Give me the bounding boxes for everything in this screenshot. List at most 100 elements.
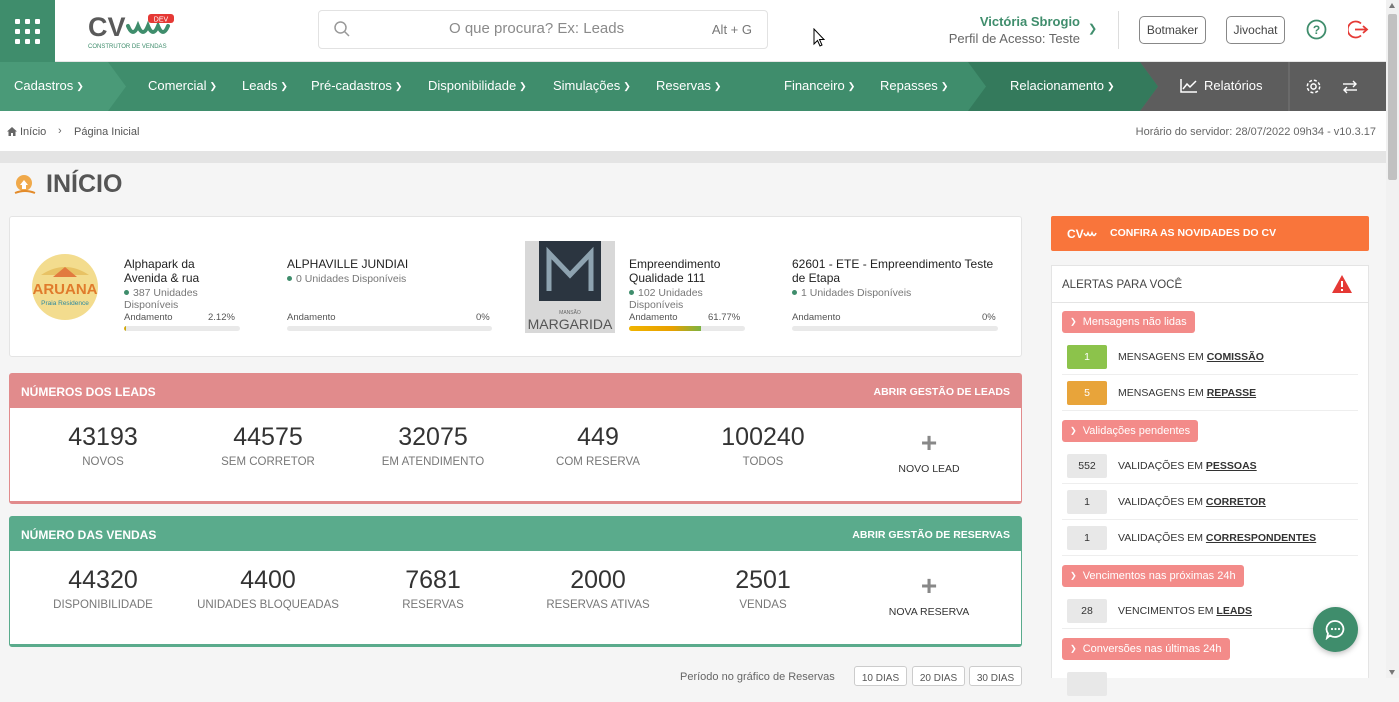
sales-panel-header: NÚMERO DAS VENDAS ABRIR GESTÃO DE RESERV… xyxy=(10,517,1021,551)
scroll-down-icon[interactable] xyxy=(1389,670,1395,675)
sales-panel-title: NÚMERO DAS VENDAS xyxy=(21,528,157,542)
aruana-logo[interactable]: ARUANA Praia Residence xyxy=(31,253,99,321)
svg-text:MARGARIDA: MARGARIDA xyxy=(528,316,613,332)
search-shortcut: Alt + G xyxy=(711,22,752,37)
tag-mensagens-nao-lidas[interactable]: ❯ Mensagens não lidas xyxy=(1062,311,1195,333)
nav-disponibilidade[interactable]: Disponibilidade ❯ xyxy=(428,78,527,93)
alert-row[interactable]: 1 VALIDAÇÕES EM CORRETOR xyxy=(1062,484,1358,520)
nav-cadastros[interactable]: Cadastros ❯ xyxy=(14,78,84,93)
status-dot-icon xyxy=(287,276,292,281)
scroll-up-icon[interactable] xyxy=(1389,3,1395,8)
stat-reservas-ativas[interactable]: 2000 RESERVAS ATIVAS xyxy=(523,566,673,611)
period-20-days-button[interactable]: 20 DIAS xyxy=(912,666,965,686)
alerts-title: ALERTAS PARA VOCÊ xyxy=(1062,279,1183,291)
help-icon[interactable]: ? xyxy=(1306,19,1327,40)
empreendimento-item[interactable]: 62601 - ETE - Empreendimento Teste de Et… xyxy=(792,257,1022,331)
nav-comercial[interactable]: Comercial ❯ xyxy=(148,78,217,93)
nav-financeiro[interactable]: Financeiro ❯ xyxy=(784,78,855,93)
alert-row[interactable]: 1 MENSAGENS EM COMISSÃO xyxy=(1062,339,1358,375)
search-input[interactable] xyxy=(449,20,669,37)
alert-row[interactable]: 5 MENSAGENS EM REPASSE xyxy=(1062,375,1358,411)
period-10-days-button[interactable]: 10 DIAS xyxy=(854,666,907,686)
logo-subtitle: CONSTRUTOR DE VENDAS xyxy=(88,44,167,50)
nav-repasses[interactable]: Repasses ❯ xyxy=(880,78,948,93)
alert-row[interactable] xyxy=(1062,666,1358,702)
chevron-down-icon: ❯ xyxy=(847,81,856,91)
alert-link[interactable]: COMISSÃO xyxy=(1207,351,1264,363)
tag-conversoes[interactable]: ❯ Conversões nas últimas 24h xyxy=(1062,638,1230,660)
nav-simulacoes[interactable]: Simulações ❯ xyxy=(553,78,631,93)
new-lead-button[interactable]: + NOVO LEAD xyxy=(869,427,989,476)
logo-badge: DEV xyxy=(154,17,169,24)
scroll-thumb[interactable] xyxy=(1388,14,1397,180)
stat-todos[interactable]: 100240 TODOS xyxy=(688,423,838,468)
nav-leads[interactable]: Leads ❯ xyxy=(242,78,288,93)
search-box[interactable]: Alt + G xyxy=(318,10,768,49)
stat-disponibilidade[interactable]: 44320 DISPONIBILIDADE xyxy=(28,566,178,611)
swap-icon[interactable] xyxy=(1342,80,1358,94)
user-name: Victória Sbrogio xyxy=(979,14,1080,29)
tag-validacoes-pendentes[interactable]: ❯ Validações pendentes xyxy=(1062,420,1199,442)
tag-vencimentos[interactable]: ❯ Vencimentos nas próximas 24h xyxy=(1062,565,1244,587)
cv-logo-small: CV xyxy=(1067,227,1097,241)
plus-icon: + xyxy=(920,570,938,601)
status-dot-icon xyxy=(792,290,797,295)
stat-reservas[interactable]: 7681 RESERVAS xyxy=(358,566,508,611)
alert-link[interactable]: CORRETOR xyxy=(1206,496,1266,508)
svg-text:CV: CV xyxy=(88,12,126,42)
chevron-down-icon: ❯ xyxy=(940,81,949,91)
logout-icon[interactable] xyxy=(1348,19,1369,40)
plus-icon: + xyxy=(920,427,938,458)
svg-text:MANSÃO: MANSÃO xyxy=(559,309,581,316)
chevron-down-icon: ❯ xyxy=(1070,426,1077,435)
cv-logo[interactable]: CV DEV CONSTRUTOR DE VENDAS xyxy=(88,12,180,50)
divider xyxy=(1118,11,1119,49)
user-menu[interactable]: Victória Sbrogio Perfil de Acesso: Teste xyxy=(940,14,1080,46)
nav-relacionamento[interactable]: Relacionamento ❯ xyxy=(1010,78,1115,93)
chevron-down-icon: ❯ xyxy=(394,81,403,91)
search-icon[interactable] xyxy=(333,20,351,38)
empreendimento-item[interactable]: ALPHAVILLE JUNDIAI 0 Unidades Disponívei… xyxy=(287,257,517,331)
empreendimentos-card: ARUANA Praia Residence Alphapark da Aven… xyxy=(9,216,1022,357)
alert-link[interactable]: PESSOAS xyxy=(1206,460,1257,472)
period-30-days-button[interactable]: 30 DIAS xyxy=(969,666,1022,686)
alert-count xyxy=(1067,672,1107,696)
new-reservation-button[interactable]: + NOVA RESERVA xyxy=(869,570,989,619)
server-time: Horário do servidor: 28/07/2022 09h34 - … xyxy=(1135,126,1376,138)
chevron-down-icon: ❯ xyxy=(1070,571,1077,580)
alerts-header: ALERTAS PARA VOCÊ xyxy=(1052,266,1368,303)
status-dot-icon xyxy=(629,290,634,295)
page-scrollbar[interactable] xyxy=(1386,0,1399,678)
stat-vendas[interactable]: 2501 VENDAS xyxy=(688,566,838,611)
sales-panel: NÚMERO DAS VENDAS ABRIR GESTÃO DE RESERV… xyxy=(9,516,1022,647)
margarida-logo[interactable]: MANSÃO MARGARIDA xyxy=(525,241,615,333)
alert-link[interactable]: REPASSE xyxy=(1207,387,1256,399)
chevron-down-icon: ❯ xyxy=(280,81,288,91)
stat-em-atendimento[interactable]: 32075 EM ATENDIMENTO xyxy=(358,423,508,468)
nav-relatorios[interactable]: Relatórios xyxy=(1180,78,1263,93)
alert-link[interactable]: LEADS xyxy=(1216,605,1252,617)
apps-grid-icon[interactable] xyxy=(0,0,55,62)
chevron-down-icon: ❯ xyxy=(76,81,84,91)
stat-unidades-bloqueadas[interactable]: 4400 UNIDADES BLOQUEADAS xyxy=(193,566,343,611)
open-leads-management-link[interactable]: ABRIR GESTÃO DE LEADS xyxy=(873,386,1010,398)
stat-sem-corretor[interactable]: 44575 SEM CORRETOR xyxy=(193,423,343,468)
alert-row[interactable]: 552 VALIDAÇÕES EM PESSOAS xyxy=(1062,448,1358,484)
chevron-down-icon: ❯ xyxy=(623,81,631,91)
nav-pre-cadastros[interactable]: Pré-cadastros ❯ xyxy=(311,78,402,93)
gear-icon[interactable] xyxy=(1305,78,1322,95)
alert-row[interactable]: 1 VALIDAÇÕES EM CORRESPONDENTES xyxy=(1062,520,1358,556)
novidades-banner[interactable]: CV CONFIRA AS NOVIDADES DO CV xyxy=(1051,216,1369,251)
alert-link[interactable]: CORRESPONDENTES xyxy=(1206,532,1316,544)
stat-novos[interactable]: 43193 NOVOS xyxy=(28,423,178,468)
open-reservations-management-link[interactable]: ABRIR GESTÃO DE RESERVAS xyxy=(852,529,1010,541)
breadcrumb-home[interactable]: Início xyxy=(7,126,46,138)
chevron-down-icon[interactable]: ❯ xyxy=(1088,22,1097,35)
jivochat-button[interactable]: Jivochat xyxy=(1226,16,1285,44)
botmaker-button[interactable]: Botmaker xyxy=(1139,16,1206,44)
chart-icon xyxy=(1180,79,1197,93)
chat-button[interactable] xyxy=(1313,607,1358,652)
stat-com-reserva[interactable]: 449 COM RESERVA xyxy=(523,423,673,468)
nav-reservas[interactable]: Reservas ❯ xyxy=(656,78,721,93)
svg-text:Praia Residence: Praia Residence xyxy=(41,300,89,307)
